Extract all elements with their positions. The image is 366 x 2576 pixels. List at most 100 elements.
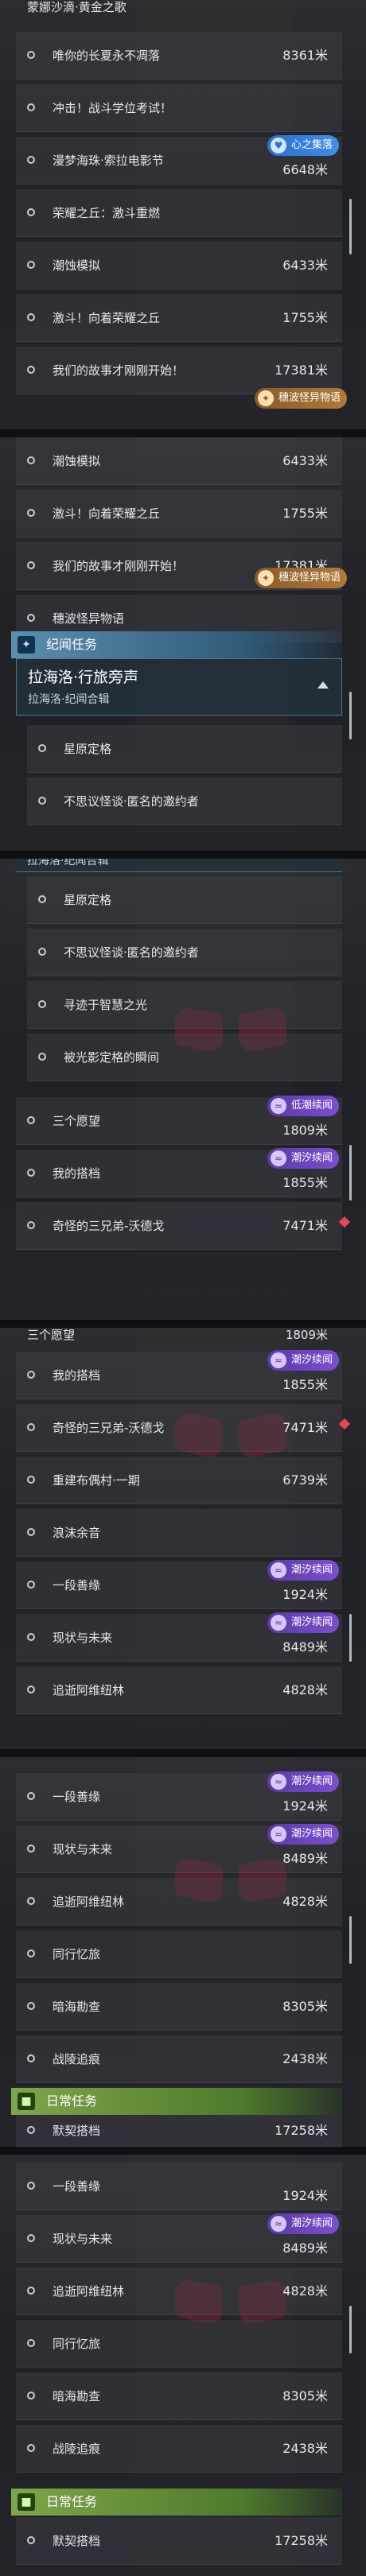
quest-status-icon bbox=[27, 1371, 35, 1379]
quest-row[interactable]: 现状与未来 ≈ 潮汐续闻 8489米 bbox=[16, 1824, 342, 1873]
quest-status-icon bbox=[27, 1581, 35, 1589]
chain-title: 拉海洛·行旅旁声 bbox=[28, 669, 139, 686]
scrollbar[interactable] bbox=[349, 2306, 352, 2353]
sub-quest-row[interactable]: 被光影定格的瞬间 bbox=[27, 1034, 342, 1081]
separator bbox=[0, 429, 366, 437]
quest-row[interactable]: 奇怪的三兄弟-沃德戈 7471米 bbox=[16, 1404, 351, 1452]
quest-status-icon bbox=[27, 2392, 35, 2399]
quest-row[interactable]: 浪沫余音 bbox=[16, 1509, 342, 1557]
quest-name: 浪沫余音 bbox=[53, 1526, 101, 1540]
quest-row[interactable]: 现状与未来 ≈ 潮汐续闻 8489米 bbox=[16, 2213, 342, 2263]
quest-row[interactable]: 我的搭档 ≈ 潮汐续闻 1855米 bbox=[16, 1350, 342, 1399]
separator bbox=[0, 851, 366, 859]
section-header-chronicle[interactable]: ✦ 纪闻任务 bbox=[11, 631, 342, 658]
quest-row[interactable]: 默契搭档 17258米 bbox=[16, 2115, 342, 2147]
quest-row[interactable]: 战陵追痕 2438米 bbox=[16, 2035, 342, 2083]
quest-status-icon bbox=[27, 1169, 35, 1177]
quest-row[interactable]: 三个愿望 ≈ 低潮续闻 1809米 bbox=[16, 1096, 342, 1145]
quest-chain-card[interactable]: 拉海洛·行旅旁声 拉海洛·纪闻合辑 bbox=[16, 658, 342, 716]
quest-name: 追逝阿维纽林 bbox=[53, 1895, 125, 1909]
quest-distance: 7471米 bbox=[282, 1420, 328, 1435]
quest-name: 战陵追痕 bbox=[53, 2442, 101, 2456]
scrollbar[interactable] bbox=[349, 1614, 352, 1662]
quest-row[interactable]: 追逝阿维纽林 4828米 bbox=[16, 1666, 342, 1714]
section-header-daily[interactable]: ■ 日常任务 bbox=[11, 2088, 342, 2115]
quest-status-icon bbox=[27, 261, 35, 269]
quest-row[interactable]: 我的搭档 ≈ 潮汐续闻 1855米 bbox=[16, 1148, 342, 1197]
quest-name: 不思议怪谈·匿名的邀约者 bbox=[64, 945, 199, 960]
quest-distance: 6648米 bbox=[282, 162, 328, 177]
chain-subtitle: 拉海洛·纪闻合辑 bbox=[28, 693, 110, 706]
quest-row[interactable]: 一段善缘 ≈ 潮汐续闻 1924米 bbox=[16, 1560, 342, 1609]
quest-status-icon bbox=[27, 2054, 35, 2062]
quest-distance: 8489米 bbox=[282, 1851, 328, 1866]
quest-row[interactable]: 荣耀之丘：激斗重燃 bbox=[16, 189, 342, 237]
quest-name: 潮蚀模拟 bbox=[53, 454, 101, 468]
quest-row[interactable]: 追逝阿维纽林 4828米 bbox=[16, 1878, 342, 1926]
quest-distance: 8489米 bbox=[282, 2240, 328, 2256]
quest-status-icon bbox=[27, 313, 35, 321]
quest-row[interactable]: 奇怪的三兄弟-沃德戈 7471米 bbox=[16, 1202, 351, 1250]
quest-row[interactable]: 暗海勘查 8305米 bbox=[16, 1983, 342, 2031]
quest-row[interactable]: 同行忆旅 bbox=[16, 2320, 342, 2368]
quest-status-icon bbox=[27, 2182, 35, 2190]
section-header-daily[interactable]: ■ 日常任务 bbox=[11, 2489, 342, 2516]
quest-row-fragment[interactable]: 三个愿望 1809米 bbox=[16, 1328, 342, 1344]
quest-row[interactable]: 冲击！战斗学位考试！ bbox=[16, 84, 342, 132]
quest-row[interactable]: 一段善缘 1924米 bbox=[16, 2163, 342, 2210]
quest-name: 战陵追痕 bbox=[53, 2052, 101, 2066]
quest-row[interactable]: 潮蚀模拟 6433米 bbox=[16, 242, 342, 289]
sub-quest-row[interactable]: 不思议怪谈·匿名的邀约者 bbox=[27, 778, 342, 825]
quest-row[interactable]: 追逝阿维纽林 4828米 bbox=[16, 2268, 342, 2315]
quest-name: 一段善缘 bbox=[53, 1790, 101, 1804]
quest-row[interactable]: 激斗！向着荣耀之丘 1755米 bbox=[16, 490, 342, 537]
quest-row[interactable]: 同行忆旅 bbox=[16, 1930, 342, 1978]
event-tag: ✦ 穗波怪异物语 bbox=[254, 388, 347, 409]
quest-row[interactable]: 我们的故事才刚刚开始！ 17381米 bbox=[16, 347, 342, 394]
quest-row[interactable]: 重建布偶村·一期 6739米 bbox=[16, 1457, 342, 1504]
quest-name: 现状与未来 bbox=[53, 1631, 113, 1645]
quest-row[interactable]: 一段善缘 ≈ 潮汐续闻 1924米 bbox=[16, 1771, 342, 1821]
quest-distance: 1924米 bbox=[282, 1587, 328, 1602]
quest-row[interactable]: 暗海勘查 8305米 bbox=[16, 2372, 342, 2420]
collapse-icon[interactable] bbox=[317, 681, 329, 689]
quest-chain-card-fragment[interactable]: 拉海洛·纪闻合辑 bbox=[16, 859, 342, 872]
quest-name: 暗海勘查 bbox=[53, 2000, 101, 2014]
quest-distance: 6433米 bbox=[282, 453, 328, 468]
quest-distance: 2438米 bbox=[282, 2441, 328, 2456]
quest-row[interactable]: 潮蚀模拟 6433米 bbox=[16, 437, 342, 485]
quest-name: 暗海勘查 bbox=[53, 2389, 101, 2403]
quest-distance: 1755米 bbox=[282, 310, 328, 325]
quest-name: 重建布偶村·一期 bbox=[53, 1473, 140, 1488]
quest-status-icon bbox=[27, 2234, 35, 2242]
quest-distance: 1855米 bbox=[282, 1175, 328, 1190]
quest-status-icon bbox=[27, 103, 35, 111]
sub-quest-row[interactable]: 不思议怪谈·匿名的邀约者 bbox=[27, 929, 342, 976]
scrollbar[interactable] bbox=[349, 692, 352, 739]
quest-row[interactable]: 默契搭档 17258米 bbox=[16, 2517, 342, 2565]
scrollbar[interactable] bbox=[349, 199, 352, 254]
quest-distance: 6433米 bbox=[282, 258, 328, 273]
quest-name: 激斗！向着荣耀之丘 bbox=[53, 506, 161, 521]
quest-name: 我们的故事才刚刚开始！ bbox=[53, 559, 185, 573]
quest-distance: 7471米 bbox=[282, 1218, 328, 1233]
scrollbar[interactable] bbox=[349, 1916, 352, 1964]
sub-quest-row[interactable]: 星原定格 bbox=[27, 876, 342, 924]
scrollbar[interactable] bbox=[349, 1145, 352, 1201]
quest-distance: 4828米 bbox=[282, 1682, 328, 1697]
quest-name: 我们的故事才刚刚开始！ bbox=[53, 363, 185, 378]
quest-panel-2: 潮蚀模拟 6433米 激斗！向着荣耀之丘 1755米 我们的故事才刚刚开始！ 1… bbox=[0, 437, 366, 851]
quest-status-icon bbox=[27, 1792, 35, 1800]
quest-row[interactable]: 激斗！向着荣耀之丘 1755米 bbox=[16, 294, 342, 342]
quest-row[interactable]: 现状与未来 ≈ 潮汐续闻 8489米 bbox=[16, 1612, 342, 1662]
quest-row[interactable]: 唯你的长夏永不凋落 8361米 bbox=[16, 32, 342, 80]
quest-distance: 2438米 bbox=[282, 2051, 328, 2066]
quest-status-icon bbox=[27, 2339, 35, 2347]
quest-status-icon bbox=[27, 1221, 35, 1229]
quest-distance: 1855米 bbox=[282, 1377, 328, 1392]
quest-distance: 8305米 bbox=[282, 2388, 328, 2403]
quest-row[interactable]: 战陵追痕 2438米 bbox=[16, 2425, 342, 2473]
sub-quest-row[interactable]: 寻迹于智慧之光 bbox=[27, 981, 342, 1029]
sub-quest-row[interactable]: 星原定格 bbox=[27, 725, 342, 773]
quest-row[interactable]: 漫梦海珠·索拉电影节 ♥ 心之集落 6648米 bbox=[16, 135, 342, 184]
